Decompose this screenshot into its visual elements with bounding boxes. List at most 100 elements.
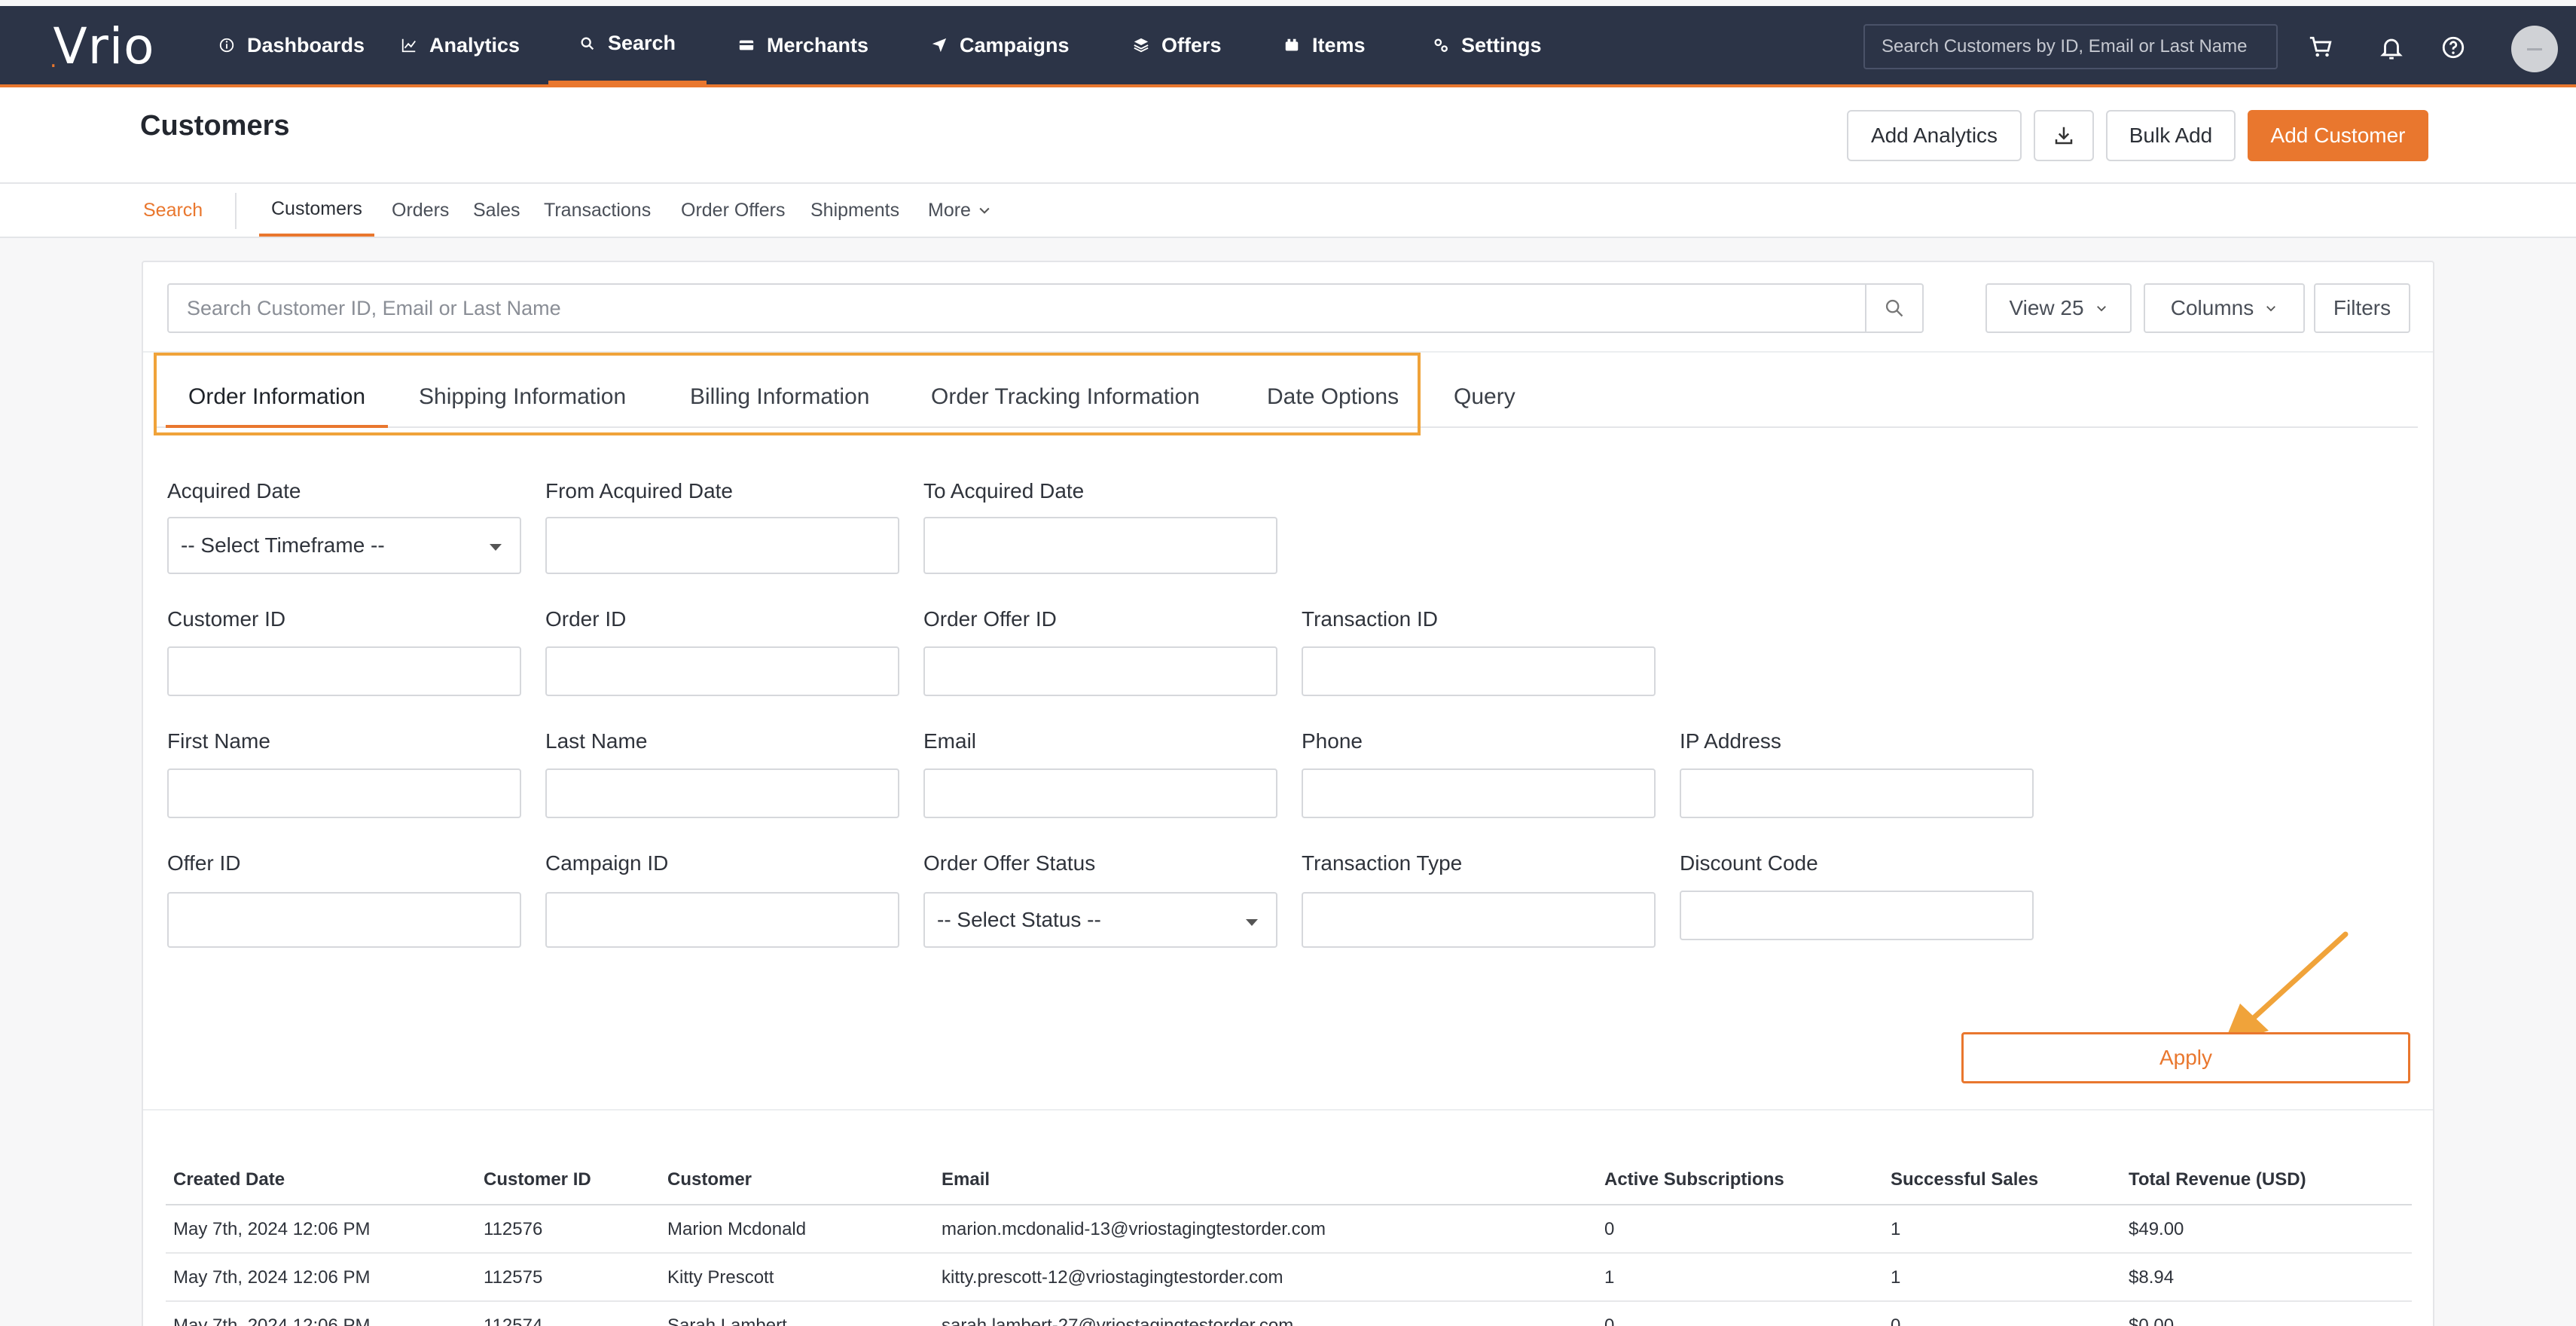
to-acquired-date-input[interactable]: [923, 517, 1277, 574]
nav-search-label: Search: [607, 32, 676, 54]
column-header-customer-id[interactable]: Customer ID: [484, 1169, 591, 1190]
add-customer-button[interactable]: Add Customer: [2248, 110, 2428, 161]
nav-campaigns[interactable]: Campaigns: [931, 6, 1070, 84]
send-icon: [932, 38, 947, 53]
subnav-customers[interactable]: Customers: [259, 184, 374, 237]
add-analytics-button[interactable]: Add Analytics: [1847, 110, 2022, 161]
subnav-sales[interactable]: Sales: [473, 184, 520, 237]
cell-created-date: May 7th, 2024 12:06 PM: [173, 1219, 371, 1239]
nav-offers[interactable]: Offers: [1133, 6, 1222, 84]
acquired-date-label: Acquired Date: [167, 479, 301, 503]
order-id-input[interactable]: [545, 646, 899, 696]
subnav-shipments[interactable]: Shipments: [810, 184, 899, 237]
nav-settings[interactable]: Settings: [1433, 6, 1542, 84]
search-icon: [581, 37, 594, 50]
tab-order-tracking-information[interactable]: Order Tracking Information: [931, 384, 1200, 428]
vrio-logo[interactable]: . Vrio: [50, 17, 155, 75]
subnav-search[interactable]: Search: [143, 184, 203, 237]
card-divider-bottom: [143, 1109, 2433, 1111]
column-header-email[interactable]: Email: [942, 1169, 990, 1190]
view-count-dropdown[interactable]: View 25: [1985, 283, 2132, 333]
logo-text: Vrio: [53, 17, 155, 75]
nav-search[interactable]: Search: [548, 6, 707, 84]
ip-address-input[interactable]: [1680, 768, 2034, 818]
offer-id-label: Offer ID: [167, 851, 241, 875]
tab-billing-information[interactable]: Billing Information: [690, 384, 869, 428]
search-icon: [1885, 299, 1903, 317]
card-divider: [143, 351, 2433, 353]
last-name-input[interactable]: [545, 768, 899, 818]
subnav-transactions[interactable]: Transactions: [544, 184, 651, 237]
box-icon: [1285, 38, 1299, 51]
cell-email: marion.mcdonalid-13@vriostagingtestorder…: [942, 1219, 1326, 1239]
search-submit-button[interactable]: [1865, 283, 1924, 333]
nav-dashboards[interactable]: Dashboards: [218, 6, 365, 84]
cell-customer-id: 112574: [484, 1315, 543, 1326]
subnav-more[interactable]: More: [928, 184, 992, 237]
tab-shipping-information[interactable]: Shipping Information: [419, 384, 626, 428]
bell-icon[interactable]: [2379, 35, 2404, 60]
tab-date-options[interactable]: Date Options: [1267, 384, 1399, 428]
order-offer-id-input[interactable]: [923, 646, 1277, 696]
table-row[interactable]: May 7th, 2024 12:06 PM 112575 Kitty Pres…: [166, 1254, 2412, 1302]
order-offer-id-label: Order Offer ID: [923, 607, 1057, 631]
card-icon: [739, 40, 754, 50]
transaction-type-input[interactable]: [1302, 892, 1656, 948]
customer-id-input[interactable]: [167, 646, 521, 696]
chevron-down-icon: [2096, 306, 2106, 312]
subnav-orders[interactable]: Orders: [392, 184, 449, 237]
offer-id-input[interactable]: [167, 892, 521, 948]
column-header-customer[interactable]: Customer: [667, 1169, 752, 1190]
nav-analytics[interactable]: Analytics: [401, 6, 520, 84]
chevron-down-icon: [2266, 306, 2276, 312]
columns-dropdown[interactable]: Columns: [2144, 283, 2305, 333]
bulk-add-button[interactable]: Bulk Add: [2106, 110, 2236, 161]
first-name-input[interactable]: [167, 768, 521, 818]
nav-items[interactable]: Items: [1283, 6, 1366, 84]
column-header-successful-sales[interactable]: Successful Sales: [1891, 1169, 2038, 1190]
download-icon: [2055, 127, 2073, 145]
first-name-label: First Name: [167, 729, 270, 753]
cart-icon[interactable]: [2308, 35, 2333, 60]
transaction-id-input[interactable]: [1302, 646, 1656, 696]
customer-search-input[interactable]: [167, 283, 1866, 333]
gear-icon: [1434, 38, 1448, 52]
acquired-timeframe-select[interactable]: -- Select Timeframe --: [167, 517, 521, 574]
ip-address-label: IP Address: [1680, 729, 1781, 753]
table-row[interactable]: May 7th, 2024 12:06 PM 112576 Marion Mcd…: [166, 1205, 2412, 1254]
global-search-input[interactable]: [1863, 24, 2278, 69]
transaction-type-label: Transaction Type: [1302, 851, 1463, 875]
tab-query[interactable]: Query: [1454, 384, 1515, 428]
nav-dashboards-label: Dashboards: [247, 33, 365, 57]
discount-code-input[interactable]: [1680, 891, 2034, 940]
nav-settings-label: Settings: [1461, 33, 1542, 57]
download-button[interactable]: [2034, 110, 2094, 161]
email-label: Email: [923, 729, 977, 753]
cell-customer-id: 112576: [484, 1219, 543, 1239]
filters-button[interactable]: Filters: [2314, 283, 2410, 333]
annotation-arrow-icon: [2223, 931, 2349, 1044]
acquired-timeframe-value: -- Select Timeframe --: [181, 533, 385, 557]
phone-input[interactable]: [1302, 768, 1656, 818]
discount-code-label: Discount Code: [1680, 851, 1818, 875]
customer-id-label: Customer ID: [167, 607, 286, 631]
cell-created-date: May 7th, 2024 12:06 PM: [173, 1315, 371, 1326]
avatar[interactable]: [2511, 26, 2558, 72]
nav-offers-label: Offers: [1161, 33, 1222, 57]
email-field[interactable]: [923, 768, 1277, 818]
apply-button[interactable]: Apply: [1961, 1032, 2410, 1083]
column-header-total-revenue[interactable]: Total Revenue (USD): [2129, 1169, 2306, 1190]
nav-items-label: Items: [1312, 33, 1366, 57]
order-offer-status-select[interactable]: -- Select Status --: [923, 892, 1277, 948]
table-row[interactable]: May 7th, 2024 12:06 PM 112574 Sarah Lamb…: [166, 1302, 2412, 1326]
transaction-id-label: Transaction ID: [1302, 607, 1439, 631]
column-header-created-date[interactable]: Created Date: [173, 1169, 285, 1190]
nav-merchants[interactable]: Merchants: [738, 6, 868, 84]
from-acquired-date-input[interactable]: [545, 517, 899, 574]
campaign-id-input[interactable]: [545, 892, 899, 948]
subnav-order-offers[interactable]: Order Offers: [681, 184, 785, 237]
help-icon[interactable]: [2440, 35, 2466, 60]
column-header-active-subscriptions[interactable]: Active Subscriptions: [1604, 1169, 1784, 1190]
cell-customer-id: 112575: [484, 1267, 543, 1288]
tab-order-information[interactable]: Order Information: [166, 384, 389, 428]
